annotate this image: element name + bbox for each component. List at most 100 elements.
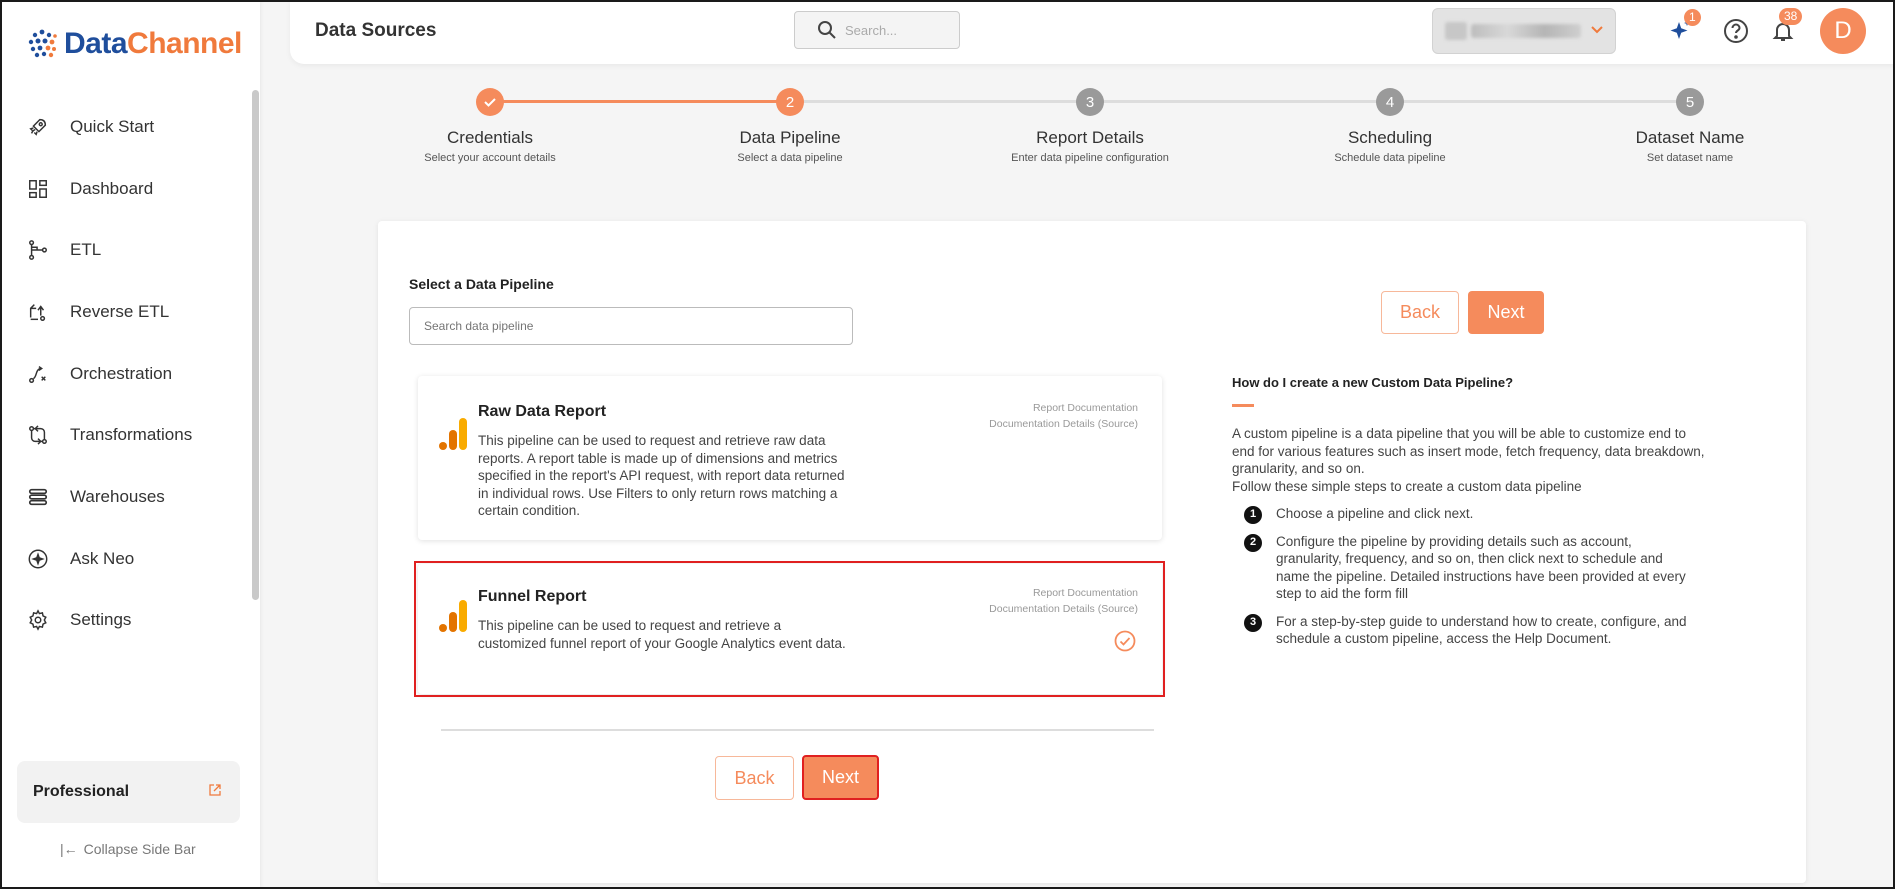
brand-name-part2: Channel — [127, 27, 242, 60]
back-button-top[interactable]: Back — [1381, 291, 1459, 334]
step-title: Credentials — [447, 128, 533, 147]
search-icon — [818, 21, 836, 39]
pipeline-search-input[interactable] — [409, 307, 853, 345]
help-intro-text: A custom pipeline is a data pipeline tha… — [1232, 426, 1705, 476]
step-title: Report Details — [1036, 128, 1144, 147]
datachannel-logo-icon — [28, 29, 57, 58]
orchestration-icon — [26, 362, 50, 386]
step-scheduling[interactable]: 4 Scheduling Schedule data pipeline — [1240, 88, 1540, 164]
collapse-label: Collapse Side Bar — [83, 841, 196, 857]
top-header: Data Sources Search... 1 38 D — [290, 0, 1895, 64]
help-step-text: Choose a pipeline and click next. — [1276, 506, 1474, 521]
pipeline-title: Raw Data Report — [478, 403, 607, 420]
check-icon — [476, 88, 504, 116]
next-button-top[interactable]: Next — [1468, 291, 1544, 334]
help-button[interactable] — [1722, 17, 1750, 45]
chevron-down-icon — [1589, 21, 1605, 42]
sidebar-item-settings[interactable]: Settings — [0, 590, 250, 652]
step-title: Data Pipeline — [739, 128, 841, 147]
sidebar-item-orchestration[interactable]: Orchestration — [0, 343, 250, 405]
sidebar-item-label: Dashboard — [70, 178, 154, 198]
sidebar-item-etl[interactable]: ETL — [0, 219, 250, 281]
help-step: 1 Choose a pipeline and click next. — [1244, 505, 1694, 524]
sidebar-item-label: Reverse ETL — [70, 301, 170, 321]
sidebar-scrollbar[interactable] — [252, 90, 259, 600]
brand-logo[interactable]: DataChannel — [24, 26, 242, 62]
select-pipeline-label: Select a Data Pipeline — [409, 276, 554, 292]
plan-label: Professional — [33, 783, 130, 800]
help-step: 3 For a step-by-step guide to understand… — [1244, 613, 1694, 648]
step-title: Scheduling — [1347, 128, 1433, 147]
brand-name-part1: Data — [64, 27, 128, 60]
rocket-icon — [26, 115, 50, 139]
sidebar-item-label: Orchestration — [70, 363, 173, 383]
external-link-icon[interactable] — [208, 783, 222, 801]
sidebar-item-label: ETL — [70, 240, 102, 260]
step-title: Dataset Name — [1635, 128, 1745, 147]
selected-pipeline-outline — [414, 561, 1165, 697]
sidebar-item-warehouses[interactable]: Warehouses — [0, 466, 250, 528]
help-accent-bar — [1232, 404, 1254, 407]
etl-icon — [26, 238, 50, 262]
sidebar-item-label: Transformations — [70, 425, 193, 445]
help-step-number: 2 — [1244, 533, 1262, 552]
sidebar-item-dashboard[interactable]: Dashboard — [0, 158, 250, 220]
workspace-selector[interactable] — [1432, 8, 1616, 54]
step-subtitle: Enter data pipeline configuration — [1011, 152, 1169, 164]
workspace-icon — [1445, 22, 1467, 40]
user-avatar[interactable]: D — [1820, 8, 1866, 54]
back-button-bottom[interactable]: Back — [715, 756, 794, 800]
ai-sparkle-button[interactable]: 1 — [1666, 9, 1701, 45]
step-credentials[interactable]: Credentials Select your account details — [340, 88, 640, 164]
transformations-icon — [26, 423, 50, 447]
step-report-details[interactable]: 3 Report Details Enter data pipeline con… — [940, 88, 1240, 164]
google-analytics-icon — [439, 418, 467, 450]
sidebar-item-ask-neo[interactable]: Ask Neo — [0, 528, 250, 590]
pipeline-description: This pipeline can be used to request and… — [478, 433, 845, 518]
ask-neo-icon — [26, 547, 50, 571]
reverse-etl-icon — [26, 300, 50, 324]
global-search[interactable]: Search... — [794, 11, 960, 49]
help-intro-followup: Follow these simple steps to create a cu… — [1232, 478, 1582, 494]
documentation-details-link[interactable]: Documentation Details (Source) — [989, 416, 1138, 432]
sidebar-item-reverse-etl[interactable]: Reverse ETL — [0, 281, 250, 343]
help-step: 2 Configure the pipeline by providing de… — [1244, 533, 1694, 603]
next-button-bottom[interactable]: Next — [802, 755, 879, 800]
sidebar-item-quick-start[interactable]: Quick Start — [0, 96, 250, 158]
help-step-text: For a step-by-step guide to understand h… — [1276, 613, 1687, 647]
ai-badge: 1 — [1684, 9, 1701, 26]
help-step-number: 1 — [1244, 506, 1262, 524]
gear-icon — [26, 608, 50, 632]
step-subtitle: Select your account details — [424, 152, 556, 164]
step-subtitle: Schedule data pipeline — [1334, 152, 1446, 164]
step-number: 5 — [1676, 88, 1704, 116]
step-subtitle: Set dataset name — [1646, 152, 1734, 164]
step-data-pipeline[interactable]: 2 Data Pipeline Select a data pipeline — [640, 88, 940, 164]
workspace-name-redacted — [1471, 24, 1581, 38]
pipeline-option-raw-data-report[interactable]: Raw Data Report This pipeline can be use… — [418, 376, 1162, 540]
report-documentation-link[interactable]: Report Documentation — [989, 400, 1138, 416]
notifications-button[interactable]: 38 — [1769, 8, 1803, 45]
dashboard-icon — [26, 177, 50, 201]
help-steps: 1 Choose a pipeline and click next. 2 Co… — [1244, 505, 1694, 658]
collapse-sidebar-button[interactable]: |← Collapse Side Bar — [60, 841, 196, 857]
sidebar-nav: Quick Start Dashboard ETL Reverse ETL Or… — [0, 96, 250, 651]
help-title: How do I create a new Custom Data Pipeli… — [1232, 375, 1514, 390]
step-dataset-name[interactable]: 5 Dataset Name Set dataset name — [1540, 88, 1840, 164]
page-title: Data Sources — [315, 20, 437, 41]
collapse-icon: |← — [60, 841, 78, 857]
step-number: 4 — [1376, 88, 1404, 116]
sidebar-item-transformations[interactable]: Transformations — [0, 404, 250, 466]
warehouses-icon — [26, 485, 50, 509]
divider — [441, 729, 1154, 731]
sidebar-item-label: Quick Start — [70, 116, 155, 136]
step-subtitle: Select a data pipeline — [737, 152, 843, 164]
plan-card[interactable]: Professional — [17, 761, 240, 823]
step-number: 2 — [776, 88, 804, 116]
help-intro: A custom pipeline is a data pipeline tha… — [1232, 425, 1707, 495]
sidebar-item-label: Settings — [70, 610, 132, 630]
help-circle-icon — [1724, 19, 1748, 43]
search-placeholder: Search... — [845, 22, 898, 38]
sidebar-item-label: Ask Neo — [70, 548, 135, 568]
help-step-text: Configure the pipeline by providing deta… — [1276, 533, 1686, 602]
